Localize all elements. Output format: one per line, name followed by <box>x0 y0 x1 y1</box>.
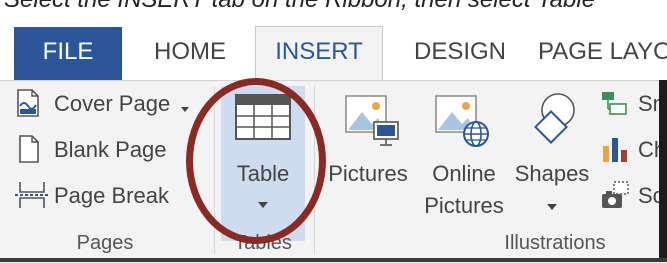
group-label-illustrations: Illustrations <box>504 232 606 254</box>
page-break-label: Page Break <box>54 183 169 208</box>
smartart-icon <box>602 92 627 115</box>
blank-page-label: Blank Page <box>54 137 167 162</box>
table-label: Table <box>236 161 290 186</box>
chevron-down-icon <box>258 202 268 208</box>
tab-page-layout[interactable]: PAGE LAYO <box>538 27 667 80</box>
chart-button[interactable]: Ch <box>600 134 666 168</box>
online-pictures-button[interactable]: Online Pictures <box>418 86 510 226</box>
screenshot-icon <box>602 181 629 208</box>
cover-page-icon <box>17 89 39 117</box>
blank-page-icon <box>19 135 39 163</box>
online-pictures-label-line2: Pictures <box>424 193 504 218</box>
shapes-icon <box>534 93 575 144</box>
window-edge-bottom <box>0 258 667 262</box>
screenshot-button[interactable]: Scr <box>600 180 667 214</box>
table-grid-icon <box>235 94 291 140</box>
online-pictures-icon <box>435 95 489 147</box>
page-break-button[interactable]: Page Break <box>14 180 184 214</box>
pictures-icon <box>345 95 399 146</box>
chart-icon <box>603 138 627 162</box>
page-break-icon <box>15 182 49 208</box>
cover-page-label: Cover Page <box>54 91 171 116</box>
online-pictures-label-line1: Online <box>432 161 496 186</box>
chevron-down-icon <box>547 204 557 210</box>
smartart-button[interactable]: Sm <box>600 88 667 122</box>
ribbon-tab-bar: FILE HOME INSERT DESIGN PAGE LAYO <box>0 18 667 81</box>
shapes-label: Shapes <box>514 161 590 186</box>
tab-file[interactable]: FILE <box>14 27 122 80</box>
group-label-pages: Pages <box>76 232 134 254</box>
blank-page-button[interactable]: Blank Page <box>14 134 184 168</box>
tab-insert[interactable]: INSERT <box>255 26 383 81</box>
shapes-button[interactable]: Shapes <box>510 86 594 226</box>
window-edge <box>659 80 667 262</box>
cover-page-button[interactable]: Cover Page <box>14 88 194 122</box>
chevron-down-icon <box>181 95 189 121</box>
caption-strip: Select the INSERT tab on the Ribbon, the… <box>0 0 667 18</box>
table-button[interactable]: Table <box>221 86 305 241</box>
group-separator <box>314 86 315 254</box>
caption-text: Select the INSERT tab on the Ribbon, the… <box>4 0 595 14</box>
group-separator <box>214 86 215 254</box>
pictures-button[interactable]: Pictures <box>322 86 414 206</box>
tab-design[interactable]: DESIGN <box>400 27 520 80</box>
tab-home[interactable]: HOME <box>140 27 240 80</box>
pictures-label: Pictures <box>328 161 408 186</box>
group-label-tables: Tables <box>234 232 292 254</box>
